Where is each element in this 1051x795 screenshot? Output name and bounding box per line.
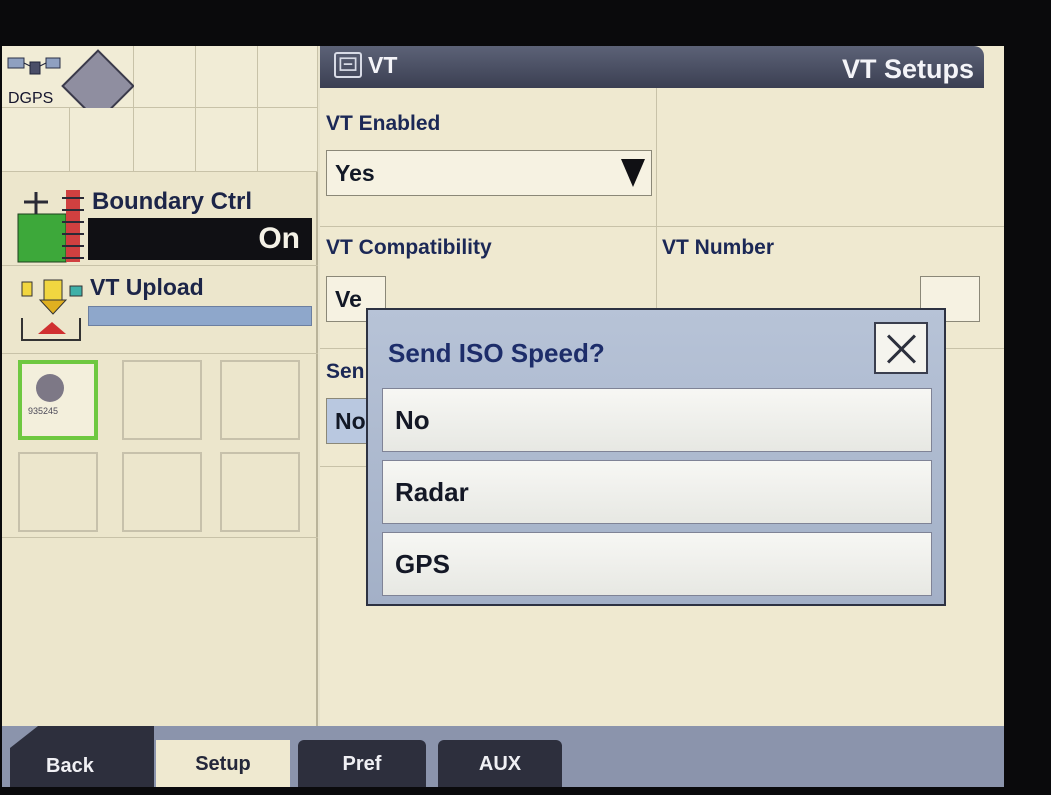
vt-upload-progress — [88, 306, 312, 326]
upload-icon — [21, 279, 83, 341]
grid-cell[interactable] — [258, 46, 318, 108]
option-no[interactable]: No — [382, 388, 932, 452]
page-title: VT Setups — [841, 54, 974, 84]
tab-pref[interactable]: Pref — [298, 740, 426, 787]
row-divider — [320, 466, 370, 467]
satellite-icon — [7, 57, 61, 75]
implement-tile[interactable] — [122, 360, 202, 440]
implement-icon — [36, 374, 64, 402]
implement-tile[interactable] — [220, 360, 300, 440]
vt-number-label: VT Number — [662, 236, 775, 259]
option-gps[interactable]: GPS — [382, 532, 932, 596]
bottom-tab-bar: Back Setup Pref AUX — [2, 726, 1004, 787]
vt-enabled-value: Yes — [335, 160, 375, 186]
boundary-icon — [17, 190, 84, 263]
implement-tile[interactable] — [122, 452, 202, 532]
vt-compatibility-label: VT Compatibility — [326, 236, 492, 259]
vt-enabled-dropdown[interactable]: Yes — [326, 150, 652, 196]
back-button[interactable]: Back — [10, 726, 154, 787]
header-title: VT — [368, 52, 398, 78]
vt-enabled-label: VT Enabled — [326, 112, 441, 135]
grid-cell[interactable] — [196, 108, 258, 172]
boundary-ctrl-row[interactable]: Boundary Ctrl On — [2, 174, 318, 266]
grid-cell[interactable] — [2, 108, 70, 172]
dropdown-arrow-icon — [621, 159, 645, 187]
send-iso-speed-dialog: Send ISO Speed? No Radar GPS — [366, 308, 946, 606]
vt-compatibility-value: Ve — [335, 286, 362, 312]
grid-cell[interactable] — [134, 108, 196, 172]
implement-tile-selected[interactable]: 935245 — [18, 360, 98, 440]
left-panel: DGPS Boundary Ctrl On VT Upload 935245 — [2, 46, 318, 726]
dgps-cell[interactable]: DGPS — [2, 46, 135, 123]
implement-number: 935245 — [28, 406, 59, 416]
send-iso-speed-label: Sen — [326, 360, 365, 383]
panel-header: VT VT Setups — [320, 46, 984, 88]
status-grid: DGPS — [2, 46, 318, 172]
grid-cell[interactable] — [196, 46, 258, 108]
grid-cell[interactable] — [70, 108, 134, 172]
vt-upload-row[interactable]: VT Upload — [2, 268, 318, 354]
boundary-ctrl-title: Boundary Ctrl — [92, 188, 253, 215]
tab-aux[interactable]: AUX — [438, 740, 562, 787]
implement-tiles: 935245 — [2, 354, 318, 538]
send-iso-speed-value: No — [335, 408, 366, 434]
dgps-label: DGPS — [8, 90, 54, 107]
implement-tile[interactable] — [220, 452, 300, 532]
grid-cell[interactable] — [134, 46, 196, 108]
option-radar[interactable]: Radar — [382, 460, 932, 524]
vt-icon — [334, 52, 362, 78]
vt-screen: DGPS Boundary Ctrl On VT Upload 935245 V… — [2, 46, 1004, 787]
vt-upload-progress-fill — [89, 307, 311, 325]
close-icon[interactable] — [874, 322, 928, 374]
implement-tile[interactable] — [18, 452, 98, 532]
dialog-title: Send ISO Speed? — [388, 338, 605, 368]
tab-setup[interactable]: Setup — [156, 740, 290, 787]
row-divider — [320, 226, 1004, 227]
vt-upload-title: VT Upload — [90, 274, 204, 300]
back-label: Back — [46, 755, 95, 777]
boundary-ctrl-value: On — [88, 218, 312, 260]
grid-cell[interactable] — [258, 108, 318, 172]
